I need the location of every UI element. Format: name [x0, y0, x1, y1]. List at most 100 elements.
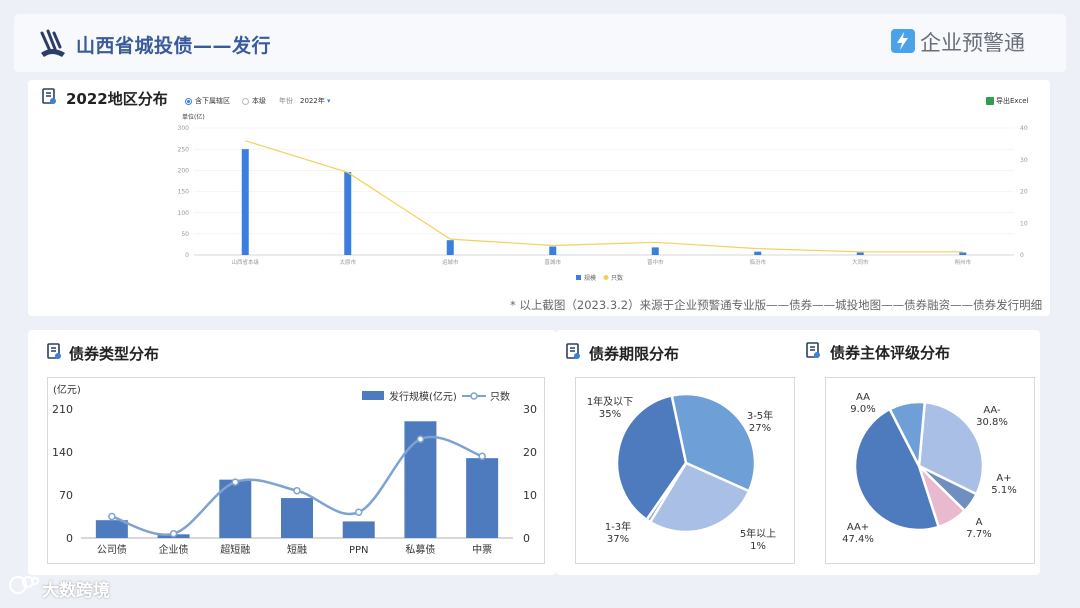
slice-percent: 37%: [607, 534, 629, 545]
legend-label: 规模: [584, 274, 596, 282]
watermark-logo-icon: [9, 576, 39, 594]
export-excel-button[interactable]: 导出Excel: [986, 96, 1029, 106]
source-note: * 以上截图（2023.3.2）来源于企业预警通专业版——债券——城投地图——债…: [510, 298, 1043, 312]
excel-icon: [986, 97, 994, 105]
y-tick-label: 200: [178, 167, 189, 174]
slice-percent: 5.1%: [991, 485, 1016, 496]
line-point: [231, 478, 240, 486]
bolt-icon: [891, 29, 915, 53]
logo-icon: [40, 29, 65, 57]
y2-tick-label: 10: [1020, 220, 1028, 227]
brand-name: 企业预警通: [920, 31, 1025, 55]
legend-swatch-line: [603, 275, 609, 280]
y2-tick-label: 40: [1020, 125, 1028, 132]
x-tick-label: 大同市: [852, 258, 869, 266]
document-icon: [566, 343, 580, 359]
x-tick-label: 晋中市: [647, 258, 664, 266]
y-tick-label: 100: [178, 210, 189, 217]
y-tick-label: 70: [59, 489, 73, 502]
x-tick-label: 太原市: [339, 258, 356, 266]
y2-tick-label: 10: [523, 489, 537, 502]
bar: [651, 247, 659, 255]
slice-percent: 35%: [599, 409, 621, 420]
region-section-title: 2022地区分布: [66, 90, 168, 108]
y2-tick-label: 0: [523, 532, 530, 545]
term-section-title: 债券期限分布: [589, 345, 680, 363]
x-tick-label: 中票: [472, 543, 492, 556]
x-tick-label: 超短融: [220, 543, 250, 556]
x-tick-label: 短融: [287, 543, 307, 556]
y-tick-label: 140: [52, 446, 73, 459]
bond-rating-pie: AA-30.8% A+5.1% A7.7% AA+47.4% AA9.0%: [825, 377, 1035, 564]
bar: [241, 149, 249, 255]
series-line: [245, 140, 963, 253]
y2-tick-label: 30: [1020, 157, 1028, 164]
bar: [754, 251, 762, 255]
x-tick-label: 山西省本级: [231, 258, 259, 266]
line-point: [354, 508, 363, 516]
slice-label: 1-3年: [605, 520, 631, 533]
y-axis-label: (亿元): [53, 383, 81, 396]
slice-label: 5年以上: [740, 527, 776, 540]
export-label: 导出Excel: [996, 97, 1029, 105]
bar: [342, 521, 375, 538]
legend-swatch-bar: [576, 275, 581, 280]
region-distribution-chart: 0 50 100 150 200 250 300 0 10 20 30 40 单位(亿) 山西省本级 太原市…: [178, 113, 1028, 282]
x-tick-label: 企业债: [159, 543, 189, 556]
slice-label: AA: [856, 392, 870, 403]
bar: [549, 246, 557, 255]
chevron-down-icon: ▾: [324, 97, 331, 105]
slice-label: AA-: [983, 405, 1001, 416]
radio-label: 含下属辖区: [195, 97, 230, 105]
bar: [856, 252, 864, 255]
x-tick-label: 晋城市: [544, 258, 561, 266]
x-tick-label: 私募债: [405, 543, 435, 556]
y-tick-label: 50: [181, 231, 189, 238]
y2-tick-label: 20: [523, 446, 537, 459]
slice-label: AA+: [847, 522, 869, 533]
y2-tick-label: 0: [1020, 252, 1024, 259]
slice-label: 3-5年: [747, 409, 773, 422]
type-section-title: 债券类型分布: [69, 345, 160, 363]
x-tick-label: 运城市: [442, 258, 459, 266]
radio-unchecked-icon: [242, 97, 249, 105]
y-tick-label: 0: [185, 252, 189, 259]
y2-tick-label: 20: [1020, 189, 1028, 196]
bar: [959, 252, 967, 255]
bar: [95, 520, 128, 538]
legend-label: 只数: [490, 390, 510, 403]
year-label: 年份: [279, 97, 293, 105]
document-icon: [42, 88, 56, 104]
slice-label: 1年及以下: [587, 395, 633, 408]
line-point: [293, 486, 301, 495]
radio-checked-icon: [185, 97, 192, 105]
x-tick-label: 临汾市: [749, 258, 766, 266]
bar: [281, 498, 313, 538]
slice-percent: 7.7%: [966, 529, 991, 540]
line-point: [416, 435, 425, 443]
slice-percent: 27%: [749, 423, 771, 434]
y-axis-label: 单位(亿): [182, 113, 205, 121]
y2-tick-label: 30: [523, 403, 537, 416]
bond-type-chart: 0 70 140 210 0 10 20 30 (亿元) 公司债 企业债 超短融 短融 PPN 私募债 中票 发…: [47, 377, 545, 564]
legend-label: 只数: [611, 274, 623, 282]
slice-percent: 1%: [750, 541, 766, 552]
slice-label: A+: [996, 473, 1011, 484]
year-select[interactable]: 2022年 ▾: [300, 96, 331, 106]
line-point: [478, 452, 486, 461]
radio-include-sub[interactable]: 含下属辖区: [185, 96, 230, 106]
line-point: [108, 512, 116, 521]
y-tick-label: 300: [178, 125, 189, 132]
slice-percent: 9.0%: [850, 404, 875, 415]
radio-label: 本级: [252, 97, 266, 105]
bar: [466, 458, 499, 538]
year-value: 2022年: [300, 97, 325, 105]
legend-label: 发行规模(亿元): [389, 390, 457, 403]
x-tick-label: 公司债: [97, 543, 127, 556]
y-tick-label: 250: [178, 146, 189, 153]
watermark-text: 大数跨境: [42, 581, 110, 601]
slice-percent: 30.8%: [976, 417, 1008, 428]
radio-self[interactable]: 本级: [242, 96, 266, 106]
document-icon: [806, 342, 820, 358]
line-point: [169, 529, 178, 538]
